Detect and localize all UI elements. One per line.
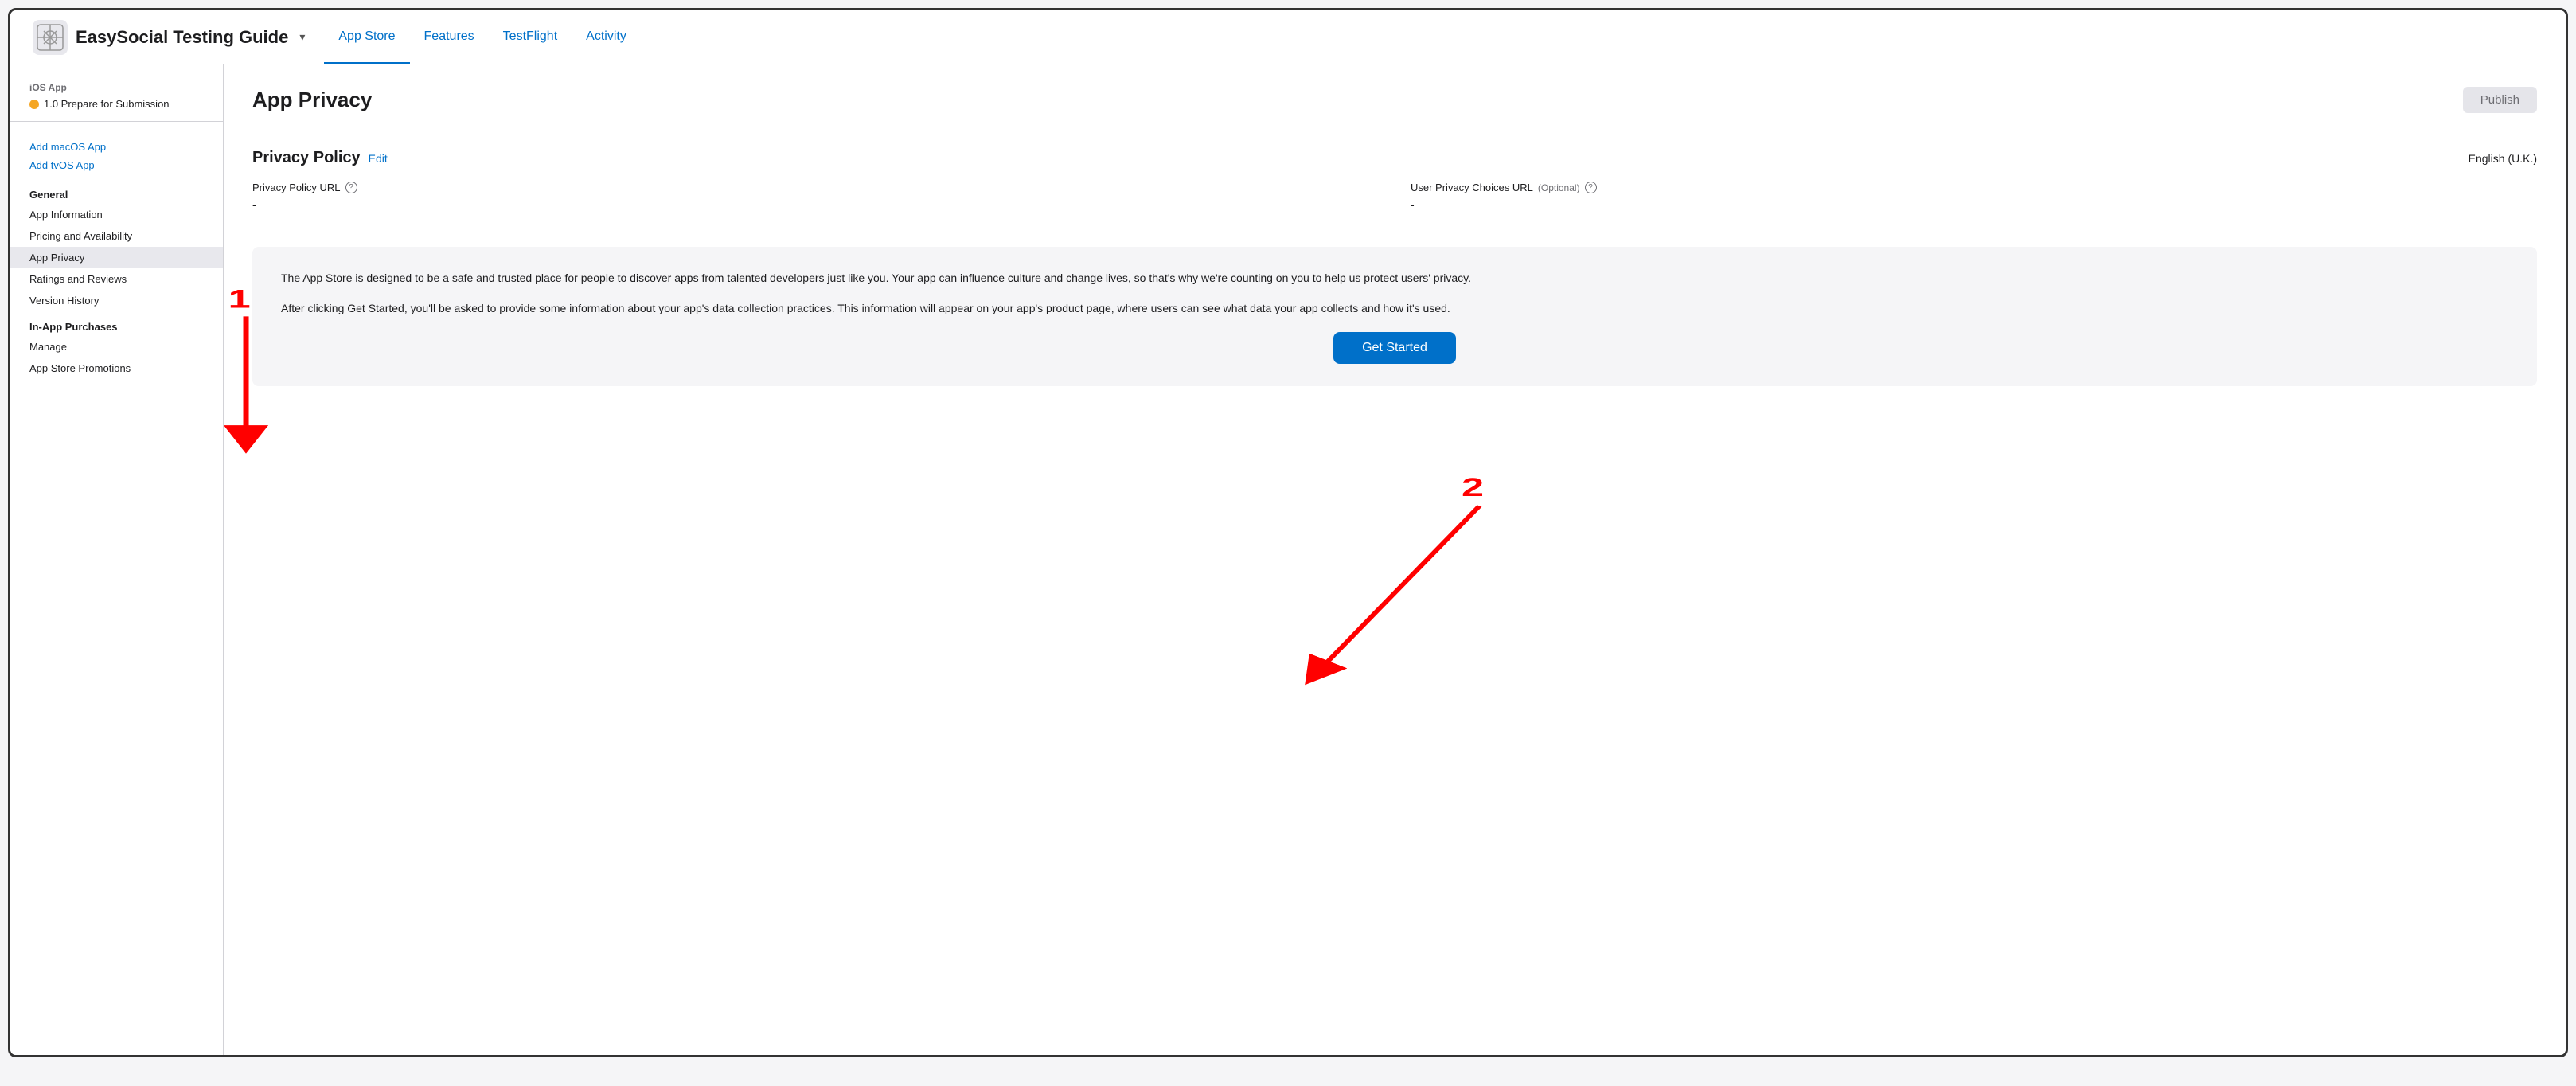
privacy-url-field: Privacy Policy URL ? - <box>252 182 1379 211</box>
app-logo-section: EasySocial Testing Guide ▾ <box>33 20 305 55</box>
app-logo-icon <box>33 20 68 55</box>
user-choices-url-value: - <box>1411 198 2537 211</box>
sidebar-item-store-promotions[interactable]: App Store Promotions <box>10 357 223 379</box>
app-title-chevron-icon[interactable]: ▾ <box>299 30 305 44</box>
sidebar-ios-label: iOS App <box>29 82 204 93</box>
sidebar-link-tvos[interactable]: Add tvOS App <box>10 156 223 174</box>
privacy-url-label: Privacy Policy URL ? <box>252 182 1379 193</box>
main-content: 1 2 App Privacy Publish <box>224 64 2566 1055</box>
svg-text:2: 2 <box>1462 473 1484 502</box>
sidebar: iOS App 1.0 Prepare for Submission Add m… <box>10 64 224 1055</box>
nav-features[interactable]: Features <box>410 11 489 64</box>
privacy-policy-title: Privacy Policy Edit <box>252 149 388 167</box>
page-title: App Privacy <box>252 88 372 112</box>
privacy-url-value: - <box>252 198 1379 211</box>
language-label: English (U.K.) <box>2469 152 2537 165</box>
layout: iOS App 1.0 Prepare for Submission Add m… <box>10 64 2566 1055</box>
sidebar-version-label: 1.0 Prepare for Submission <box>44 98 170 110</box>
info-paragraph-2: After clicking Get Started, you'll be as… <box>281 299 2508 317</box>
user-choices-url-field: User Privacy Choices URL (Optional) ? - <box>1411 182 2537 211</box>
page-header: App Privacy Publish <box>252 87 2537 113</box>
app-title: EasySocial Testing Guide <box>76 27 288 48</box>
nav-app-store[interactable]: App Store <box>324 11 409 64</box>
user-choices-url-label: User Privacy Choices URL (Optional) ? <box>1411 182 2537 193</box>
sidebar-top-section: iOS App 1.0 Prepare for Submission <box>10 82 223 122</box>
svg-text:1: 1 <box>228 285 251 314</box>
header-nav: App Store Features TestFlight Activity <box>324 10 640 64</box>
get-started-button[interactable]: Get Started <box>1333 332 1456 364</box>
sidebar-in-app-group: In-App Purchases Manage App Store Promot… <box>10 311 223 379</box>
annotations-overlay: 1 2 <box>224 64 2566 1055</box>
privacy-policy-label: Privacy Policy <box>252 149 361 167</box>
privacy-policy-header: Privacy Policy Edit English (U.K.) <box>252 149 2537 167</box>
sidebar-link-macos[interactable]: Add macOS App <box>10 138 223 156</box>
sidebar-item-pricing[interactable]: Pricing and Availability <box>10 225 223 247</box>
header: EasySocial Testing Guide ▾ App Store Fea… <box>10 10 2566 64</box>
sidebar-item-manage[interactable]: Manage <box>10 336 223 357</box>
sidebar-links-section: Add macOS App Add tvOS App <box>10 130 223 179</box>
sidebar-item-app-privacy[interactable]: App Privacy <box>10 247 223 268</box>
url-fields: Privacy Policy URL ? - User Privacy Choi… <box>252 182 2537 211</box>
privacy-policy-edit-link[interactable]: Edit <box>369 152 388 165</box>
sidebar-version: 1.0 Prepare for Submission <box>29 98 204 110</box>
info-paragraph-1: The App Store is designed to be a safe a… <box>281 269 2508 287</box>
info-box: The App Store is designed to be a safe a… <box>252 247 2537 386</box>
sidebar-item-app-information[interactable]: App Information <box>10 204 223 225</box>
sidebar-group-in-app: In-App Purchases <box>10 311 223 336</box>
nav-activity[interactable]: Activity <box>572 11 641 64</box>
nav-testflight[interactable]: TestFlight <box>489 11 572 64</box>
sidebar-item-version-history[interactable]: Version History <box>10 290 223 311</box>
version-status-dot <box>29 100 39 109</box>
sidebar-item-ratings[interactable]: Ratings and Reviews <box>10 268 223 290</box>
publish-button[interactable]: Publish <box>2463 87 2537 113</box>
user-choices-help-icon[interactable]: ? <box>1585 182 1597 193</box>
optional-tag: (Optional) <box>1538 182 1580 193</box>
sidebar-general-group: General App Information Pricing and Avai… <box>10 179 223 311</box>
sidebar-group-general: General <box>10 179 223 204</box>
privacy-url-help-icon[interactable]: ? <box>345 182 357 193</box>
